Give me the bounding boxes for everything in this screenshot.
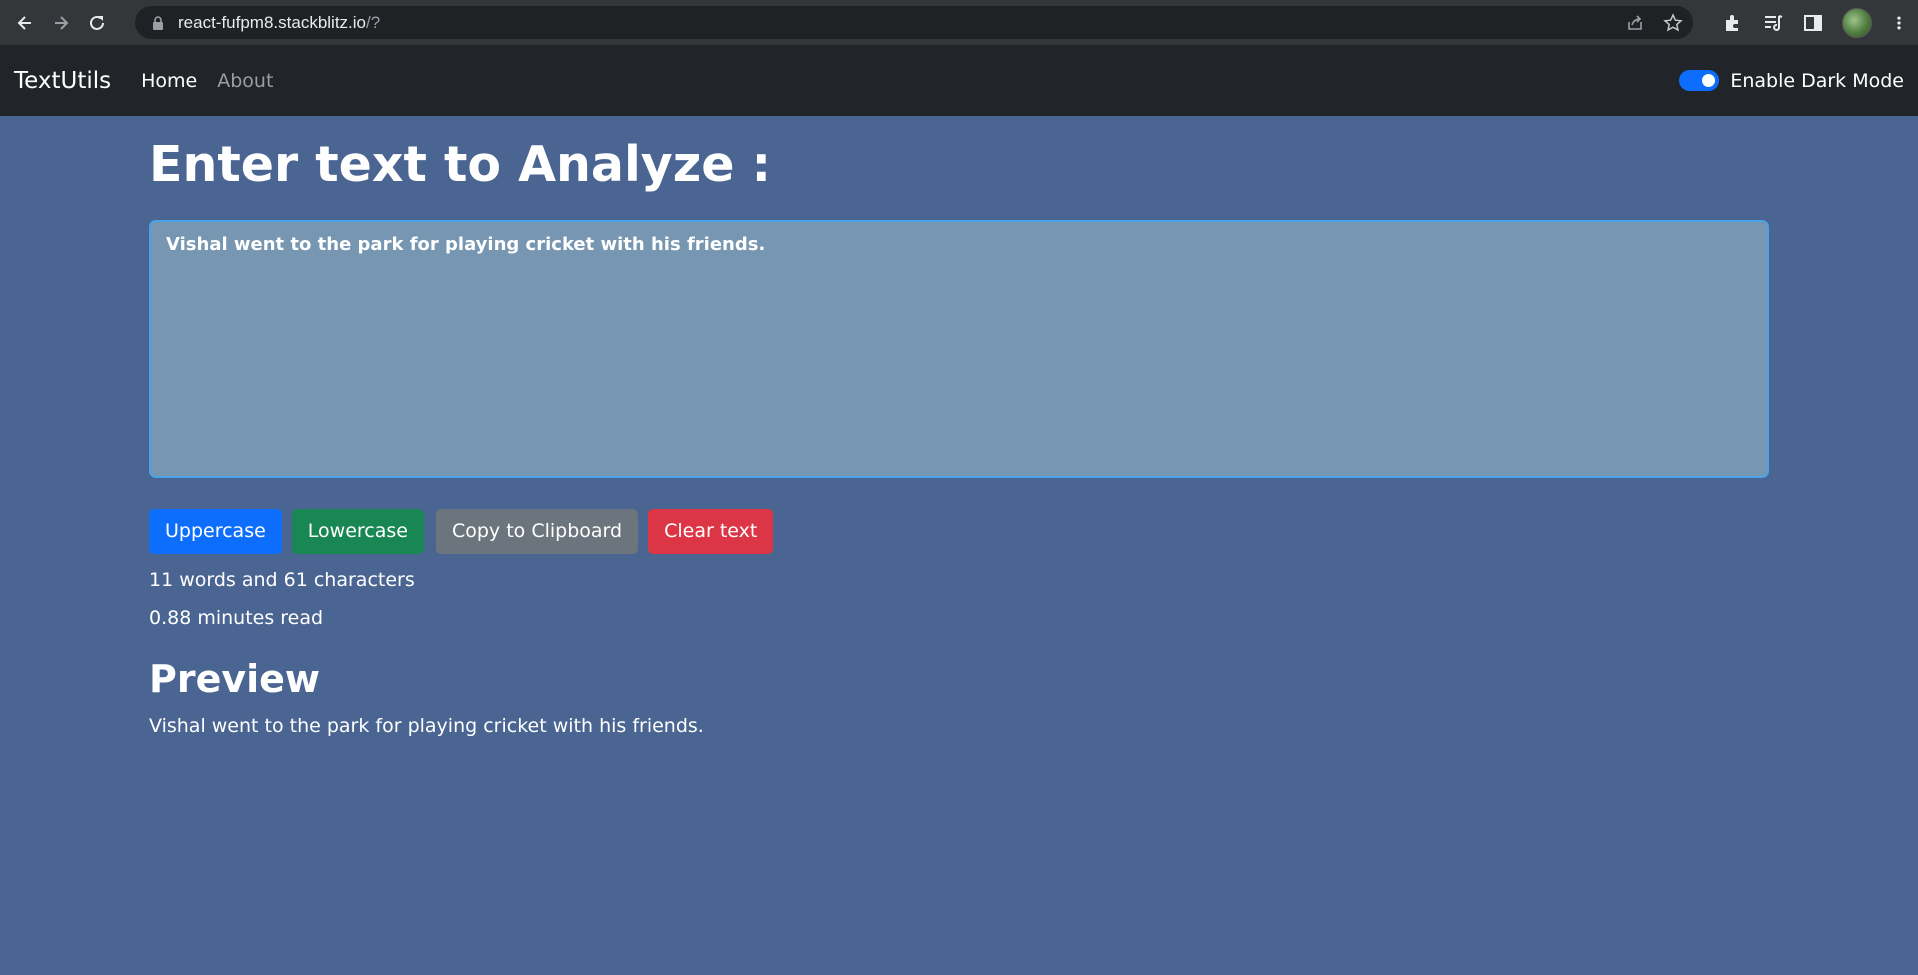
forward-button[interactable] [46, 8, 76, 38]
main-container: Enter text to Analyze : Vishal went to t… [149, 116, 1769, 737]
uppercase-button[interactable]: Uppercase [149, 508, 282, 554]
app-navbar: TextUtils Home About Enable Dark Mode [0, 45, 1918, 116]
back-button[interactable] [10, 8, 40, 38]
lowercase-button[interactable]: Lowercase [291, 508, 424, 554]
copy-to-clipboard-button[interactable]: Copy to Clipboard [435, 508, 639, 554]
reload-button[interactable] [82, 8, 112, 38]
nav-home-link[interactable]: Home [141, 70, 197, 92]
brand-link[interactable]: TextUtils [14, 68, 111, 94]
text-input-area[interactable]: Vishal went to the park for playing cric… [149, 219, 1769, 478]
lock-icon [153, 15, 163, 30]
profile-avatar[interactable] [1842, 7, 1872, 38]
star-icon[interactable] [1663, 12, 1683, 33]
puzzle-icon[interactable] [1722, 12, 1744, 34]
address-url: react-fufpm8.stackblitz.io/? [178, 12, 381, 32]
browser-toolbar: react-fufpm8.stackblitz.io/? [0, 0, 1918, 45]
share-icon[interactable] [1625, 13, 1645, 33]
clear-text-button[interactable]: Clear text [648, 508, 774, 554]
arrow-left-icon [17, 15, 31, 30]
address-bar[interactable]: react-fufpm8.stackblitz.io/? [135, 6, 1693, 39]
reload-icon [90, 15, 104, 30]
page-title: Enter text to Analyze : [149, 136, 772, 193]
word-char-count: 11 words and 61 characters [149, 568, 415, 591]
preview-heading: Preview [149, 656, 321, 701]
kebab-menu-icon[interactable] [1890, 12, 1908, 34]
dark-mode-switch[interactable] [1679, 70, 1720, 91]
side-panel-icon[interactable] [1802, 12, 1824, 34]
read-time: 0.88 minutes read [149, 606, 324, 629]
media-queue-icon[interactable] [1762, 12, 1784, 34]
arrow-right-icon [55, 15, 69, 30]
action-buttons: Uppercase Lowercase Copy to Clipboard Cl… [149, 508, 1769, 554]
preview-text: Vishal went to the park for playing cric… [149, 714, 704, 737]
nav-about-link[interactable]: About [217, 70, 273, 92]
dark-mode-label[interactable]: Enable Dark Mode [1730, 70, 1904, 92]
dark-mode-toggle: Enable Dark Mode [1679, 45, 1904, 116]
